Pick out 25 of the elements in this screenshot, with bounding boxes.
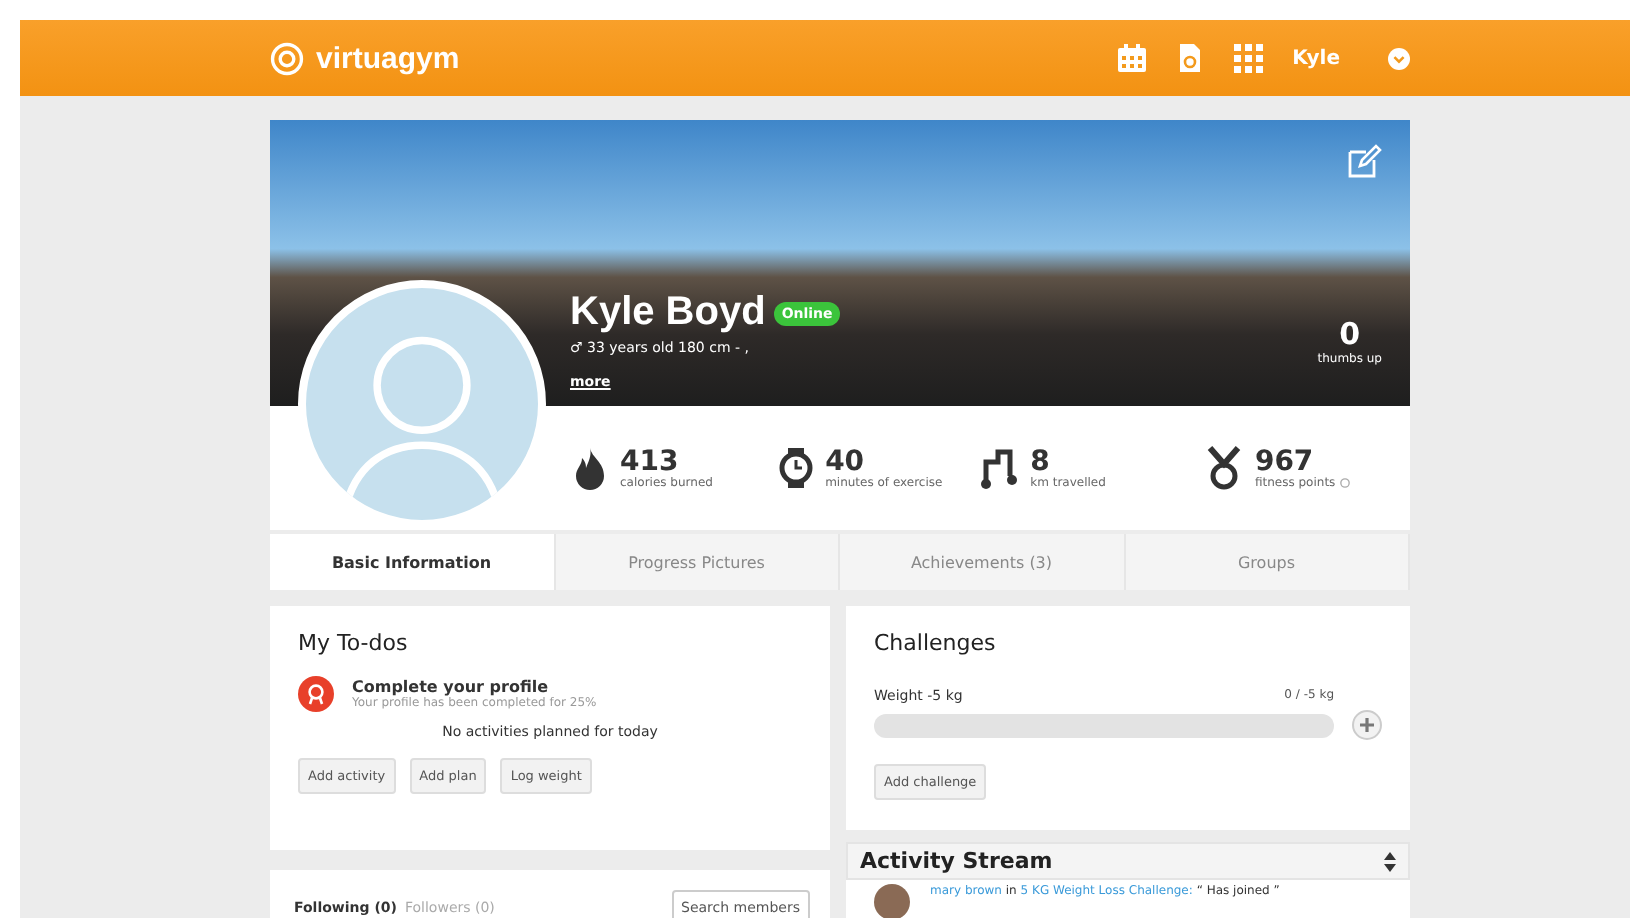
logo-icon[interactable]	[270, 41, 304, 75]
thumbs-count: 0	[1339, 316, 1361, 352]
route-icon	[980, 446, 1021, 490]
ribbon-badge-icon	[298, 676, 334, 712]
stat-value: 8	[1030, 447, 1052, 475]
stream-title: Activity Stream	[860, 848, 1053, 874]
card-title: Challenges	[874, 630, 998, 656]
flame-icon	[570, 446, 610, 490]
card-title: My To-dos	[298, 630, 410, 656]
stat-value: 40	[825, 447, 867, 475]
sort-icon[interactable]	[1384, 851, 1396, 871]
medal-icon	[1204, 446, 1245, 490]
user-avatar	[874, 884, 910, 918]
stat-value: 413	[620, 447, 681, 475]
profile-tab[interactable]: Basic Information	[270, 534, 555, 590]
task-title: Complete your profile	[352, 678, 551, 696]
stat-value: 967	[1254, 447, 1316, 475]
profile-name: Kyle Boyd	[570, 290, 766, 336]
info-icon[interactable]	[1339, 477, 1350, 487]
edit-icon[interactable]	[1346, 144, 1382, 180]
dropdown-icon[interactable]	[1388, 47, 1410, 69]
grid-menu-icon[interactable]	[1232, 42, 1265, 74]
calendar-icon[interactable]	[1116, 42, 1149, 74]
watch-icon	[775, 446, 816, 490]
add-icon[interactable]	[1352, 710, 1382, 740]
